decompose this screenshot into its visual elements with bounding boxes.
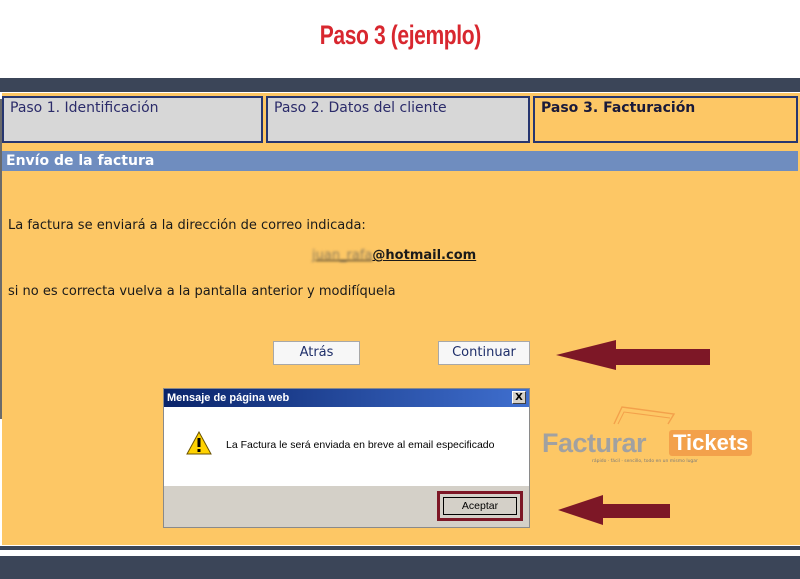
logo-word-tickets: Tickets: [669, 430, 753, 456]
tab-label: Paso 3. Facturación: [541, 100, 696, 116]
page-heading-text: Paso 3 (ejemplo): [319, 20, 481, 50]
logo-tagline: rápido · fácil · sencillo, todo en un mi…: [592, 459, 698, 464]
tab-paso-2[interactable]: Paso 2. Datos del cliente: [266, 96, 530, 143]
arrow-to-accept-icon: [558, 495, 670, 525]
continue-button[interactable]: Continuar: [438, 341, 530, 365]
accept-button[interactable]: Aceptar: [443, 497, 517, 515]
email-obscured-part: juan_rafa: [312, 248, 373, 263]
bottom-band-thin: [0, 546, 800, 550]
logo-word-facturar: Facturar: [542, 428, 647, 458]
bottom-band: [0, 556, 800, 579]
info-line-2: si no es correcta vuelva a la pantalla a…: [8, 284, 396, 299]
alert-dialog: Mensaje de página web X La Factura le se…: [163, 388, 530, 528]
arrow-to-continue-icon: [556, 340, 710, 370]
dialog-title: Mensaje de página web: [167, 392, 290, 404]
dialog-titlebar: Mensaje de página web: [164, 389, 529, 407]
top-band: [0, 78, 800, 92]
ticket-icon: [613, 406, 676, 425]
dialog-message: La Factura le será enviada en breve al e…: [226, 439, 495, 451]
page-heading: Paso 3 (ejemplo): [0, 0, 800, 70]
section-title: Envío de la factura: [2, 151, 798, 171]
warning-icon: [186, 431, 212, 455]
tab-paso-1[interactable]: Paso 1. Identificación: [2, 96, 263, 143]
email-address: juan_rafa@hotmail.com: [312, 248, 476, 263]
info-line-1: La factura se enviará a la dirección de …: [8, 218, 366, 233]
tab-label: Paso 1. Identificación: [10, 100, 159, 116]
accept-button-highlight: Aceptar: [437, 491, 523, 521]
panel-left-border: [0, 99, 2, 419]
email-domain: @hotmail.com: [372, 248, 477, 263]
dialog-close-button[interactable]: X: [512, 391, 526, 404]
back-button[interactable]: Atrás: [273, 341, 360, 365]
tab-label: Paso 2. Datos del cliente: [274, 100, 447, 116]
tab-paso-3[interactable]: Paso 3. Facturación: [533, 96, 798, 143]
dialog-body: La Factura le será enviada en breve al e…: [164, 407, 529, 486]
facturartickets-logo: Facturar Tickets rápido · fácil · sencil…: [542, 406, 762, 470]
